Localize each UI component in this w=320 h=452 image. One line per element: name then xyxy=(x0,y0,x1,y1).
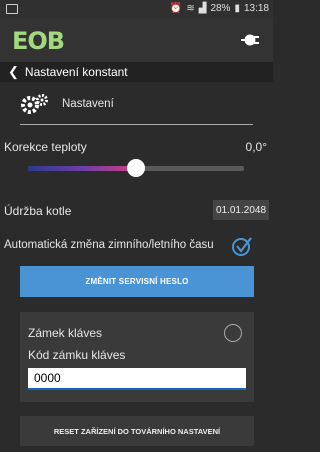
app-bar: EOB xyxy=(0,18,273,62)
status-time: 13:18 xyxy=(243,3,269,14)
gallery-icon xyxy=(6,4,18,14)
breadcrumb-title: Nastavení konstant xyxy=(24,65,128,79)
keylock-label: Zámek kláves xyxy=(28,326,103,340)
boiler-maintenance-label: Údržba kotle xyxy=(4,204,72,218)
keylock-code-label: Kód zámku kláves xyxy=(28,348,126,362)
keylock-code-input[interactable]: 0000 xyxy=(28,368,246,390)
dst-checkbox[interactable] xyxy=(231,236,253,256)
app-logo: EOB xyxy=(12,27,65,55)
boiler-maintenance-date[interactable]: 01.01.2048 xyxy=(213,200,269,220)
header-divider xyxy=(20,124,253,125)
keylock-panel: Zámek kláves Kód zámku kláves 0000 xyxy=(20,312,254,402)
battery-percent: 28% xyxy=(210,3,231,14)
slider-thumb[interactable] xyxy=(127,159,145,177)
slider-fill xyxy=(28,166,136,171)
factory-reset-button[interactable]: RESET ZAŘÍZENÍ DO TOVÁRNÍHO NASTAVENÍ xyxy=(20,416,254,446)
temp-correction-value: 0,0° xyxy=(245,140,267,154)
keylock-toggle[interactable] xyxy=(224,324,242,342)
status-right: ⏰ ≋ ▟ 28% ▮ 13:18 xyxy=(170,3,269,14)
change-service-password-button[interactable]: ZMĚNIT SERVISNÍ HESLO xyxy=(20,266,254,297)
settings-gears-icon xyxy=(21,94,48,114)
back-nav[interactable]: ❮ Nastavení konstant xyxy=(0,62,273,82)
dst-label: Automatická změna zimního/letního času xyxy=(4,239,214,251)
temp-correction-slider[interactable] xyxy=(28,159,244,177)
battery-icon: ▮ xyxy=(234,3,240,14)
plug-icon[interactable] xyxy=(239,30,261,50)
signal-icon: ▟ xyxy=(198,3,207,14)
status-bar: ⏰ ≋ ▟ 28% ▮ 13:18 xyxy=(0,0,273,18)
wifi-icon: ≋ xyxy=(186,3,195,14)
settings-title: Nastavení xyxy=(62,98,114,110)
settings-header: Nastavení xyxy=(0,84,273,124)
chevron-left-icon[interactable]: ❮ xyxy=(8,64,19,80)
temp-correction-label: Korekce teploty xyxy=(4,140,87,154)
alarm-icon: ⏰ xyxy=(169,3,183,14)
